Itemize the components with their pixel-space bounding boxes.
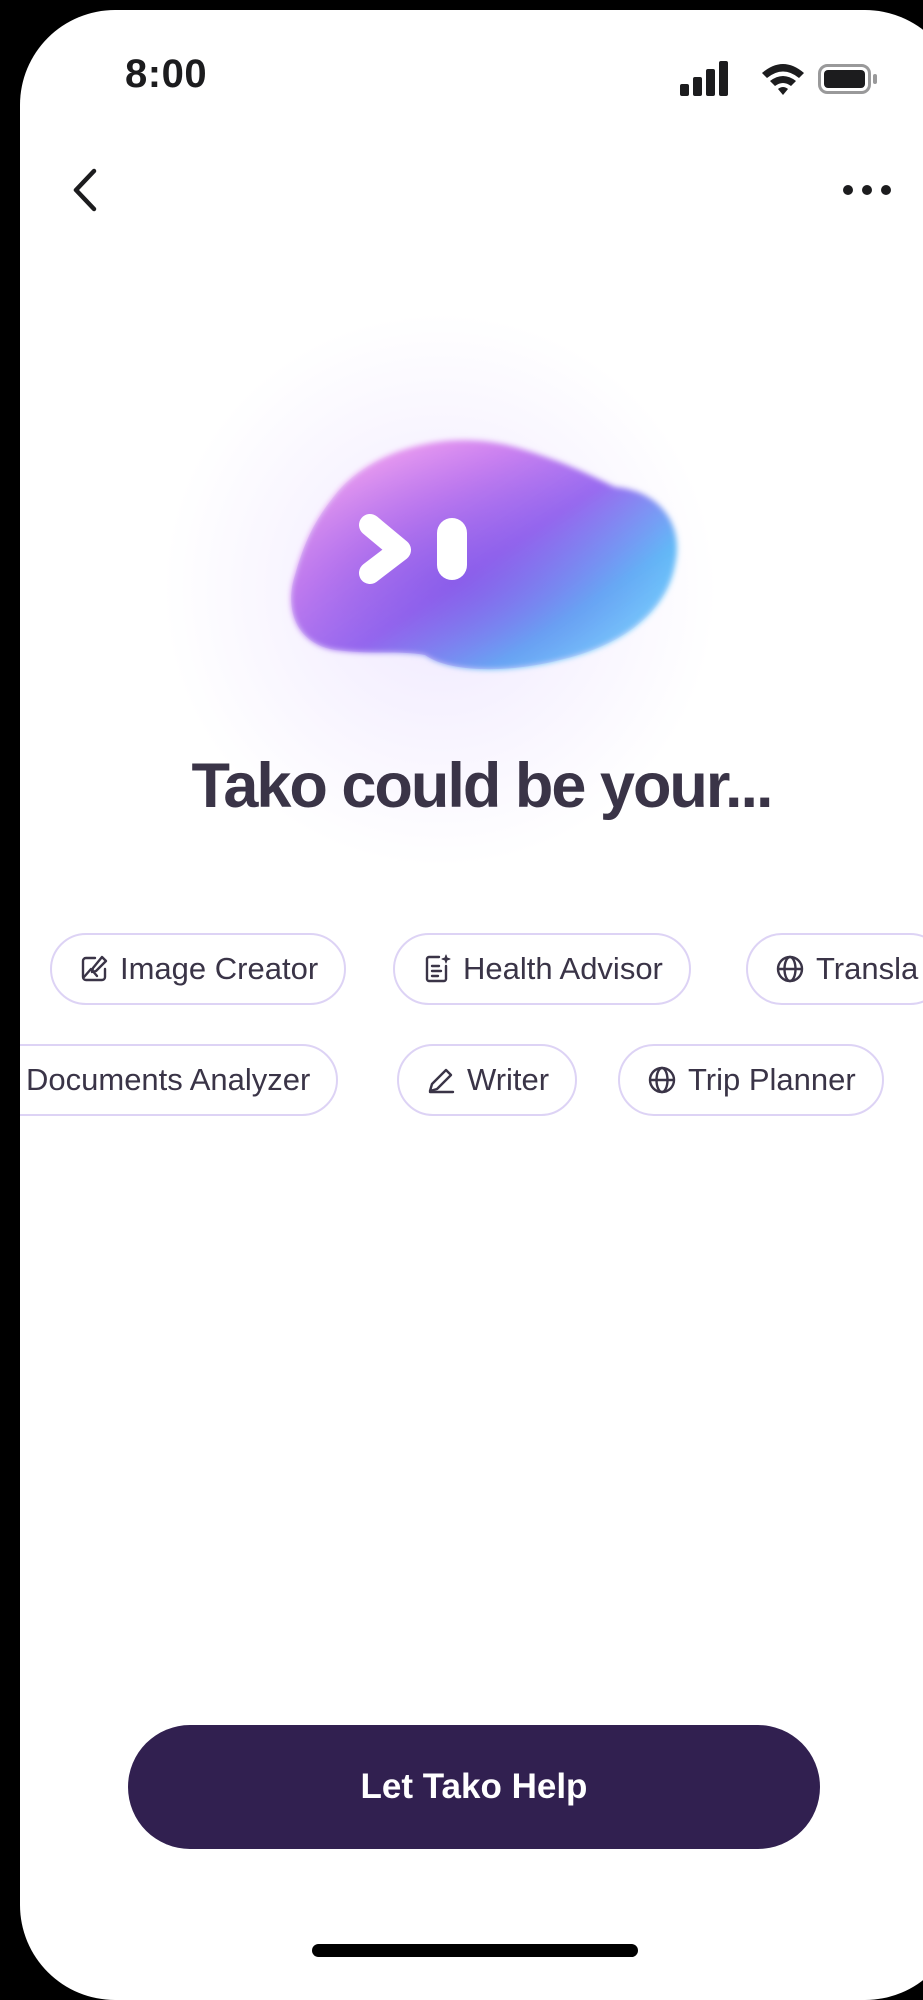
- tako-blob-mascot-icon: [291, 440, 677, 670]
- home-indicator: [312, 1944, 638, 1957]
- more-options-button[interactable]: [833, 170, 903, 210]
- chip-health-advisor[interactable]: Health Advisor: [393, 933, 691, 1005]
- status-time: 8:00: [125, 52, 208, 96]
- cta-label: Let Tako Help: [360, 1767, 588, 1806]
- phone-screen: 8:00 Tako could be your... Image Creator…: [20, 10, 923, 2000]
- globe-icon: [648, 1066, 676, 1094]
- document-sparkle-icon: [425, 954, 451, 983]
- chip-label: Documents Analyzer: [26, 1062, 311, 1097]
- chip-translator[interactable]: Transla: [746, 933, 923, 1005]
- battery-icon: [818, 64, 877, 94]
- ellipsis-icon: [843, 185, 891, 195]
- pen-icon: [428, 1068, 455, 1094]
- let-tako-help-button[interactable]: Let Tako Help: [128, 1725, 820, 1849]
- chip-label: Trip Planner: [688, 1062, 856, 1097]
- back-button[interactable]: [56, 155, 116, 225]
- chip-documents-analyzer[interactable]: Documents Analyzer: [20, 1044, 339, 1116]
- chip-writer[interactable]: Writer: [397, 1044, 578, 1116]
- image-edit-icon: [81, 955, 108, 982]
- wifi-icon: [762, 64, 804, 95]
- chip-image-creator[interactable]: Image Creator: [50, 933, 347, 1005]
- status-icons: [680, 58, 880, 98]
- chip-label: Transla: [816, 951, 919, 986]
- globe-icon: [776, 955, 804, 983]
- chip-label: Image Creator: [120, 951, 319, 986]
- chip-trip-planner[interactable]: Trip Planner: [618, 1044, 884, 1116]
- chevron-left-icon: [73, 168, 97, 212]
- chip-label: Health Advisor: [463, 951, 663, 986]
- cellular-signal-icon: [680, 61, 728, 96]
- chip-label: Writer: [467, 1062, 550, 1097]
- page-title: Tako could be your...: [191, 751, 774, 821]
